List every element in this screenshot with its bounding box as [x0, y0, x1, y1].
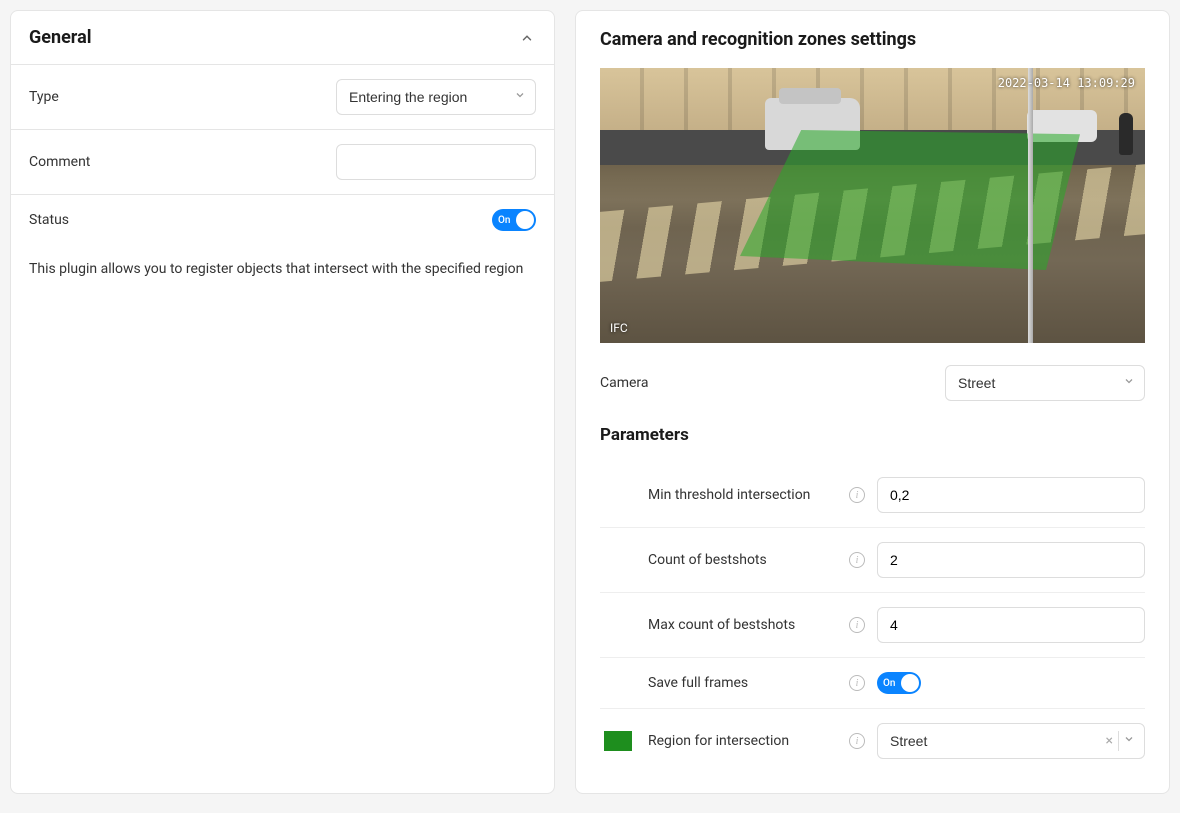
- comment-input[interactable]: [336, 144, 536, 180]
- camera-label: Camera: [600, 375, 649, 391]
- zones-title: Camera and recognition zones settings: [600, 29, 1145, 50]
- zones-panel: Camera and recognition zones settings 20…: [575, 10, 1170, 794]
- info-icon[interactable]: i: [849, 552, 865, 568]
- info-icon[interactable]: i: [849, 617, 865, 633]
- camera-preview[interactable]: 2022-03-14 13:09:29 IFC: [600, 68, 1145, 343]
- toggle-knob: [901, 674, 919, 692]
- clear-icon[interactable]: ×: [1106, 733, 1113, 749]
- parameters-title: Parameters: [600, 425, 1145, 445]
- pedestrian: [1119, 113, 1133, 155]
- info-icon[interactable]: i: [849, 675, 865, 691]
- min-threshold-input[interactable]: [877, 477, 1145, 513]
- count-bestshots-row: Count of bestshots i: [600, 528, 1145, 593]
- plugin-description: This plugin allows you to register objec…: [11, 245, 554, 300]
- select-divider: [1118, 731, 1119, 751]
- toggle-on-label: On: [498, 215, 510, 226]
- info-icon[interactable]: i: [849, 733, 865, 749]
- preview-camera-label: IFC: [610, 321, 628, 335]
- save-frames-label: Save full frames: [648, 674, 837, 693]
- lamppost: [1028, 68, 1033, 343]
- save-frames-row: Save full frames i On: [600, 658, 1145, 709]
- toggle-on-label: On: [883, 678, 895, 689]
- status-row: Status On: [11, 195, 554, 245]
- region-row: Region for intersection i Street ×: [600, 709, 1145, 773]
- preview-timestamp: 2022-03-14 13:09:29: [998, 76, 1135, 90]
- min-threshold-row: Min threshold intersection i: [600, 463, 1145, 528]
- max-bestshots-label: Max count of bestshots: [648, 616, 837, 635]
- comment-label: Comment: [29, 154, 90, 170]
- comment-row: Comment: [11, 130, 554, 195]
- general-title: General: [29, 27, 92, 48]
- region-color-swatch: [604, 731, 632, 751]
- general-section-header[interactable]: General: [11, 11, 554, 65]
- status-label: Status: [29, 212, 69, 228]
- type-row: Type Entering the region: [11, 65, 554, 130]
- toggle-knob: [516, 211, 534, 229]
- camera-select-row: Camera Street: [600, 365, 1145, 401]
- info-icon[interactable]: i: [849, 487, 865, 503]
- count-bestshots-label: Count of bestshots: [648, 551, 837, 570]
- region-label: Region for intersection: [648, 732, 837, 751]
- min-threshold-label: Min threshold intersection: [648, 486, 837, 505]
- save-frames-toggle[interactable]: On: [877, 672, 921, 694]
- max-bestshots-row: Max count of bestshots i: [600, 593, 1145, 658]
- chevron-up-icon: [518, 29, 536, 47]
- type-label: Type: [29, 89, 59, 105]
- max-bestshots-input[interactable]: [877, 607, 1145, 643]
- count-bestshots-input[interactable]: [877, 542, 1145, 578]
- type-select[interactable]: Entering the region: [336, 79, 536, 115]
- status-toggle[interactable]: On: [492, 209, 536, 231]
- camera-select[interactable]: Street: [945, 365, 1145, 401]
- general-panel: General Type Entering the region Comment…: [10, 10, 555, 794]
